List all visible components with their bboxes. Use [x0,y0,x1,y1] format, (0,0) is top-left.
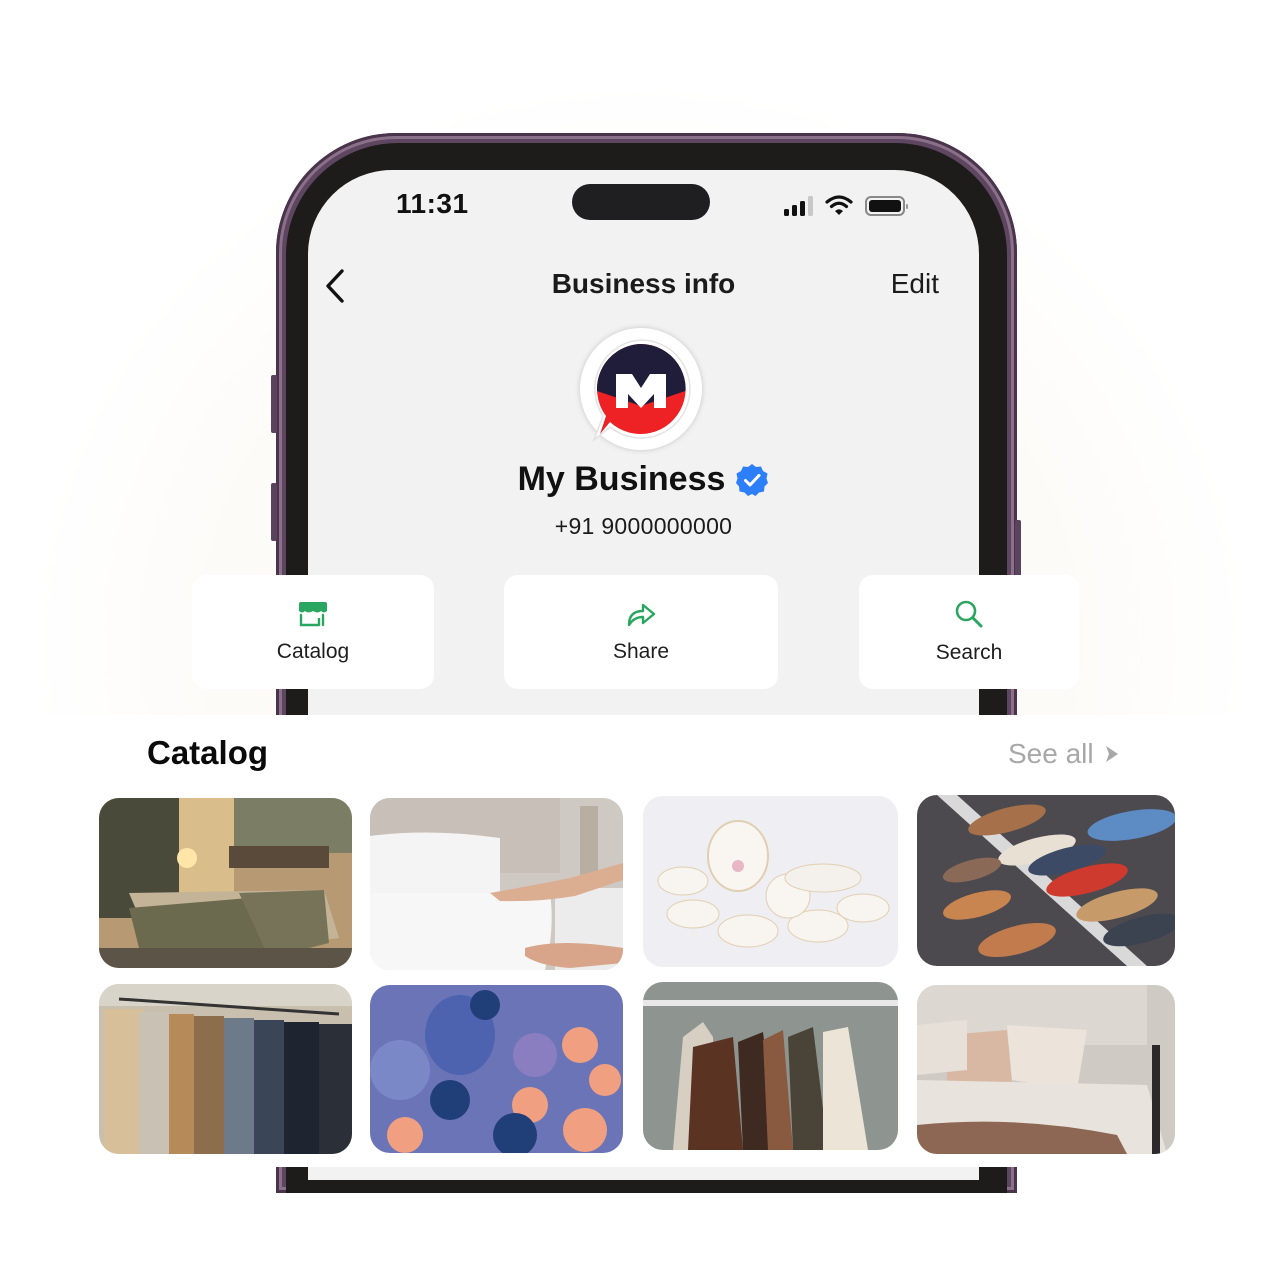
see-all-link[interactable]: See all [1008,738,1120,770]
catalog-action-button[interactable]: Catalog [192,575,434,689]
phone-volume-up-button [271,375,277,433]
chevron-right-icon [1105,746,1118,762]
phone-volume-down-button [271,483,277,541]
bed-sheet-image [370,798,623,970]
tea-set-image [643,796,898,967]
verified-badge-icon [736,463,769,496]
phone-power-button [1015,520,1021,580]
status-icons [784,192,908,216]
catalog-action-label: Catalog [276,640,350,663]
search-action-label: Search [935,641,1003,664]
storefront-icon [299,602,327,627]
catalog-item-clothes-rack[interactable] [99,984,352,1154]
beige-bed-image [917,985,1175,1154]
dynamic-island [572,184,710,220]
search-action-button[interactable]: Search [859,575,1079,689]
page-title: Business info [551,268,736,299]
shoes-image [917,795,1175,966]
catalog-item-jackets[interactable] [643,982,898,1150]
business-logo-icon [592,339,691,442]
hotel-bedroom-image [99,798,352,968]
nav-bar: Business info Edit [308,260,979,310]
catalog-item-beige-bed[interactable] [917,985,1175,1154]
catalog-section-title: Catalog [147,734,269,771]
see-all-label: See all [1008,738,1094,769]
cellular-signal-icon [784,196,813,216]
catalog-item-shoes[interactable] [917,795,1175,966]
business-avatar[interactable] [580,328,702,450]
business-phone: +91 9000000000 [554,513,733,539]
catalog-item-ceramics[interactable] [370,985,623,1153]
share-arrow-icon [627,603,656,627]
business-name: My Business [517,460,726,498]
catalog-item-tea-set[interactable] [643,796,898,967]
share-action-button[interactable]: Share [504,575,778,689]
catalog-item-hotel-bedroom[interactable] [99,798,352,968]
search-icon [955,600,983,628]
battery-icon [865,196,908,216]
wifi-icon [825,195,853,215]
business-name-row: My Business [308,460,979,499]
share-action-label: Share [612,640,670,663]
ceramics-image [370,985,623,1153]
edit-button[interactable]: Edit [891,268,939,300]
jackets-image [643,982,898,1150]
status-time: 11:31 [396,188,469,219]
clothes-rack-image [99,984,352,1154]
catalog-item-bed-sheet[interactable] [370,798,623,970]
